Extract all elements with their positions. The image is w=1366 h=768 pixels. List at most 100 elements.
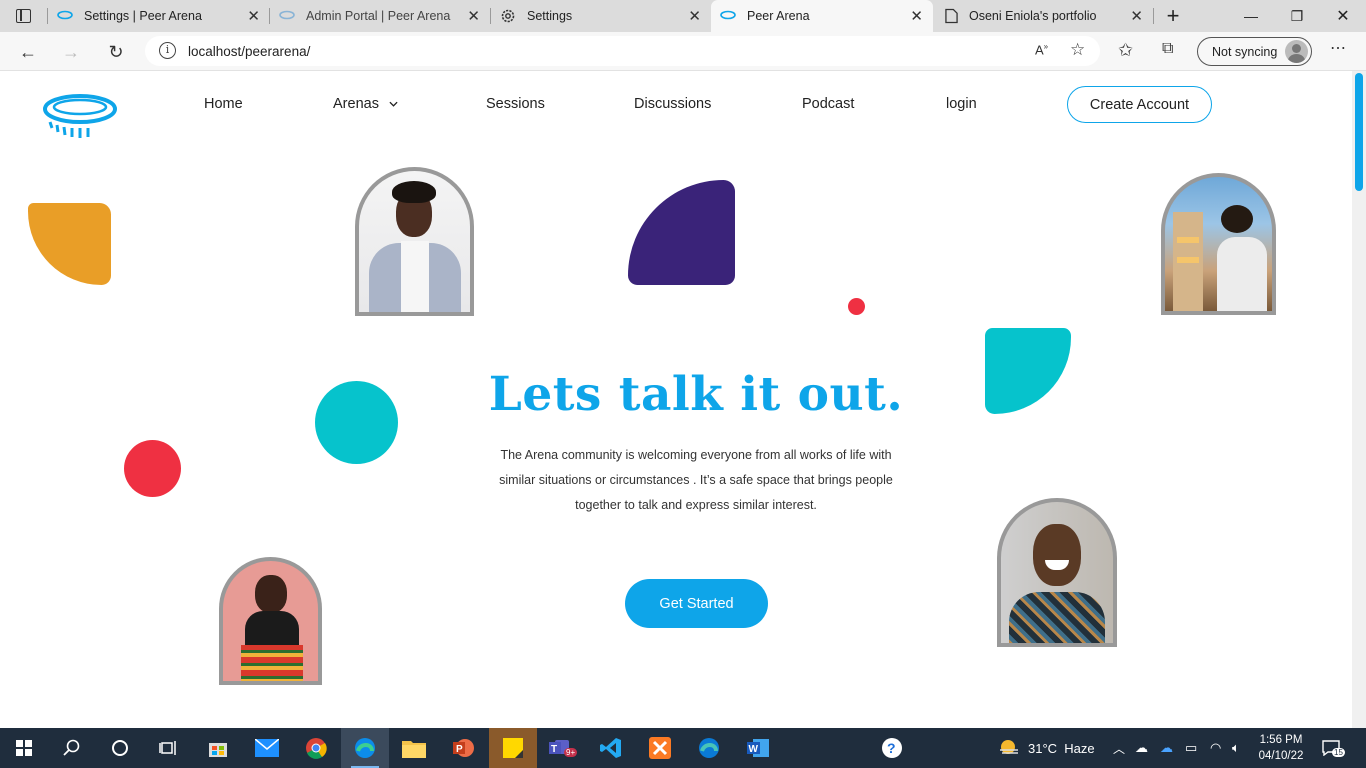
tab-title: Oseni Eniola's portfolio	[969, 9, 1097, 23]
help-icon: ?	[882, 738, 902, 758]
peer-arena-favicon	[720, 10, 736, 20]
forward-button[interactable]: →	[57, 38, 85, 66]
sticky-notes-app[interactable]	[489, 728, 537, 768]
chrome-icon	[306, 738, 327, 759]
start-button[interactable]	[0, 728, 48, 768]
tab-title: Admin Portal | Peer Arena	[306, 9, 451, 23]
tab-actions-icon[interactable]	[16, 9, 31, 23]
address-bar[interactable]: i localhost/peerarena/ A» ☆	[145, 36, 1100, 66]
word-app[interactable]: W	[734, 728, 782, 768]
edge-dev-app[interactable]	[685, 728, 733, 768]
page-scrollbar[interactable]	[1352, 71, 1366, 728]
tab-strip: Settings | Peer Arena ✕ Admin Portal | P…	[0, 0, 1366, 32]
red-dot	[848, 298, 865, 315]
tab-settings-peer-arena[interactable]: Settings | Peer Arena ✕	[48, 0, 270, 32]
peer-arena-logo[interactable]	[42, 92, 118, 140]
system-clock[interactable]: 1:56 PM 04/10/22	[1256, 732, 1306, 764]
nav-arenas[interactable]: Arenas	[333, 96, 398, 112]
powerpoint-app[interactable]: P	[439, 728, 487, 768]
windows-logo-icon	[16, 740, 32, 756]
notifications-button[interactable]: 15	[1322, 728, 1345, 768]
tab-title: Peer Arena	[747, 9, 810, 23]
vscode-app[interactable]	[587, 728, 635, 768]
nav-podcast[interactable]: Podcast	[802, 96, 854, 112]
mail-app[interactable]	[243, 728, 291, 768]
vscode-icon	[600, 738, 621, 758]
create-account-button[interactable]: Create Account	[1067, 86, 1212, 123]
volume-icon[interactable]: 🔈︎	[1232, 728, 1240, 768]
notification-count: 15	[1332, 748, 1345, 757]
site-info-icon[interactable]: i	[159, 42, 176, 59]
sticky-notes-icon	[503, 738, 523, 758]
favorites-icon[interactable]: ✩	[1118, 40, 1133, 61]
tab-admin-portal[interactable]: Admin Portal | Peer Arena ✕	[270, 0, 490, 32]
collections-icon[interactable]: ⧉	[1162, 40, 1173, 58]
network-drive-icon[interactable]: ☁	[1135, 728, 1148, 768]
teal-circle	[315, 381, 398, 464]
svg-text:T: T	[551, 744, 557, 755]
hero-title: Lets talk it out.	[488, 367, 904, 422]
tab-peer-arena[interactable]: Peer Arena ✕	[711, 0, 933, 32]
url-text: localhost/peerarena/	[188, 44, 311, 59]
close-tab-icon[interactable]: ✕	[467, 7, 480, 25]
tray-overflow-icon[interactable]: ︿	[1113, 728, 1125, 768]
cortana-button[interactable]	[96, 728, 144, 768]
profile-sync-button[interactable]: Not syncing	[1197, 37, 1312, 66]
hero-description: The Arena community is welcoming everyon…	[499, 448, 893, 512]
help-app[interactable]: ?	[868, 728, 916, 768]
nav-sessions[interactable]: Sessions	[486, 96, 545, 112]
nav-discussions[interactable]: Discussions	[634, 96, 711, 112]
search-button[interactable]	[48, 728, 96, 768]
svg-text:?: ?	[887, 740, 896, 756]
edge-icon	[699, 738, 719, 758]
battery-icon[interactable]: ▭	[1185, 728, 1197, 768]
get-started-button[interactable]: Get Started	[625, 579, 768, 628]
windows-taskbar: P T 9+ W ? 31°C Haze ︿ ☁ ☁ ▭ ◠ 🔈︎ 1:56 P…	[0, 728, 1366, 768]
read-aloud-icon[interactable]: A»	[1035, 42, 1048, 57]
clock-date: 04/10/22	[1258, 750, 1304, 762]
weather-widget[interactable]: 31°C Haze	[998, 728, 1095, 768]
edge-app-active[interactable]	[341, 728, 389, 768]
browser-toolbar: ← → ↻ i localhost/peerarena/ A» ☆ ✩ ⧉ No…	[0, 32, 1366, 71]
member-photo-young-man	[355, 167, 474, 316]
task-view-button[interactable]	[144, 728, 192, 768]
close-window-button[interactable]: ✕	[1320, 0, 1366, 32]
xampp-app[interactable]	[636, 728, 684, 768]
chrome-app[interactable]	[292, 728, 340, 768]
file-explorer-app[interactable]	[390, 728, 438, 768]
svg-text:P: P	[456, 744, 463, 755]
peer-arena-favicon	[57, 10, 73, 20]
teams-badge: 9+	[564, 748, 578, 757]
new-tab-button[interactable]: +	[1150, 0, 1196, 32]
refresh-button[interactable]: ↻	[102, 38, 130, 66]
close-tab-icon[interactable]: ✕	[688, 7, 701, 25]
tab-portfolio[interactable]: Oseni Eniola's portfolio ✕	[933, 0, 1153, 32]
restore-button[interactable]: ❐	[1274, 0, 1320, 32]
tab-settings[interactable]: Settings ✕	[491, 0, 711, 32]
peer-arena-favicon	[279, 10, 295, 20]
scrollbar-thumb[interactable]	[1355, 73, 1363, 191]
onedrive-icon[interactable]: ☁	[1160, 728, 1173, 768]
gear-icon	[501, 9, 515, 23]
close-tab-icon[interactable]: ✕	[910, 7, 923, 25]
word-icon: W	[747, 739, 769, 757]
nav-login[interactable]: login	[946, 96, 977, 112]
cortana-icon	[112, 740, 128, 756]
purple-leaf-shape	[628, 180, 735, 285]
store-app[interactable]	[194, 728, 242, 768]
weather-text: 31°C Haze	[1028, 740, 1095, 756]
more-menu-icon[interactable]: ⋯	[1330, 38, 1346, 58]
nav-arenas-label: Arenas	[333, 96, 379, 112]
close-tab-icon[interactable]: ✕	[1130, 7, 1143, 25]
weather-haze-icon	[1000, 740, 1018, 754]
teams-app[interactable]: T 9+	[538, 728, 586, 768]
nav-home[interactable]: Home	[204, 96, 243, 112]
wifi-icon[interactable]: ◠	[1210, 728, 1221, 768]
close-tab-icon[interactable]: ✕	[247, 7, 260, 25]
chevron-down-icon	[389, 101, 398, 107]
minimize-button[interactable]: —	[1228, 0, 1274, 32]
orange-leaf-shape	[28, 203, 111, 285]
add-favorite-icon[interactable]: ☆	[1070, 40, 1085, 60]
xampp-icon	[649, 737, 671, 759]
back-button[interactable]: ←	[14, 38, 42, 66]
